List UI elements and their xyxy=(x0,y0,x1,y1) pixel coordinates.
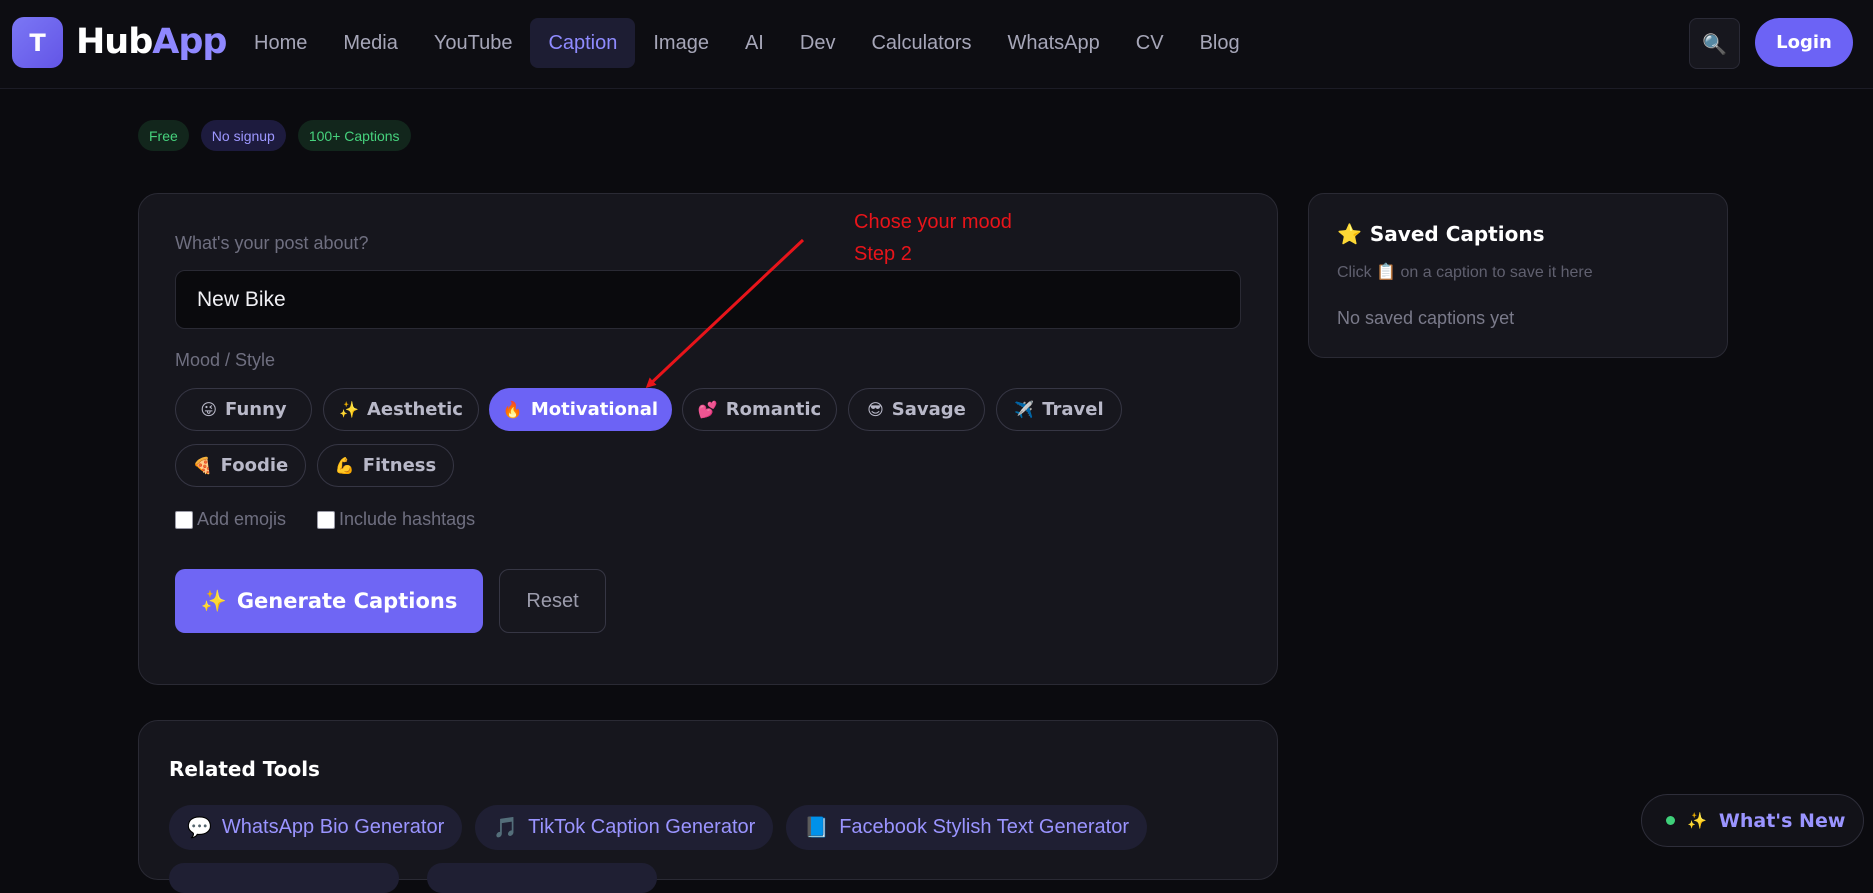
saved-captions-title: ⭐ Saved Captions xyxy=(1337,222,1544,246)
saved-captions-empty: No saved captions yet xyxy=(1337,308,1515,328)
add-emojis-option[interactable]: Add emojis xyxy=(175,509,286,530)
whats-new-button[interactable]: ✨ What's New xyxy=(1641,794,1864,847)
sparkles-icon: ✨ xyxy=(339,400,359,419)
mood-foodie[interactable]: 🍕 Foodie xyxy=(175,444,306,487)
saved-captions-panel: ⭐ Saved Captions Click 📋 on a caption to… xyxy=(1308,193,1728,358)
star-icon: ⭐ xyxy=(1337,222,1362,246)
logo-icon[interactable]: T xyxy=(12,17,63,68)
nav-dev[interactable]: Dev xyxy=(782,18,854,68)
related-tools-list: 💬 WhatsApp Bio Generator 🎵 TikTok Captio… xyxy=(169,805,1147,850)
speech-bubble-icon: 💬 xyxy=(187,817,212,839)
annotation-line-2: Step 2 xyxy=(854,243,912,265)
include-hashtags-label: Include hashtags xyxy=(339,509,476,529)
nav-youtube[interactable]: YouTube xyxy=(416,18,531,68)
mood-label-romantic: Romantic xyxy=(725,399,822,420)
mood-savage[interactable]: 😎 Savage xyxy=(848,388,985,431)
mood-funny[interactable]: 😜 Funny xyxy=(175,388,312,431)
nav-image[interactable]: Image xyxy=(635,18,727,68)
add-emojis-label: Add emojis xyxy=(197,509,287,529)
search-button[interactable]: 🔍 xyxy=(1689,18,1740,69)
nav-caption[interactable]: Caption xyxy=(530,18,636,68)
caption-generator-card: What's your post about? Mood / Style 😜 F… xyxy=(138,193,1278,685)
nav-cv[interactable]: CV xyxy=(1118,18,1182,68)
related-tool-label: WhatsApp Bio Generator xyxy=(221,816,445,838)
saved-hint-prefix: Click xyxy=(1337,264,1372,281)
saved-captions-heading: Saved Captions xyxy=(1369,222,1545,246)
logo-hub: Hub xyxy=(76,22,153,62)
status-dot xyxy=(1666,816,1675,825)
mood-label-savage: Savage xyxy=(891,399,966,420)
laughing-face-icon: 😜 xyxy=(200,400,218,419)
mood-fitness[interactable]: 💪 Fitness xyxy=(317,444,454,487)
pizza-icon: 🍕 xyxy=(192,456,213,475)
generate-captions-label: Generate Captions xyxy=(236,589,458,613)
flexed-biceps-icon: 💪 xyxy=(334,456,355,475)
related-tool-tiktok-caption[interactable]: 🎵 TikTok Caption Generator xyxy=(475,805,774,850)
mood-label-motivational: Motivational xyxy=(530,399,659,420)
search-icon: 🔍 xyxy=(1702,31,1727,56)
mood-label-fitness: Fitness xyxy=(362,455,437,476)
related-tool-chip[interactable] xyxy=(169,863,399,893)
clipboard-icon: 📋 xyxy=(1376,264,1397,281)
include-hashtags-option[interactable]: Include hashtags xyxy=(317,509,475,530)
related-tool-facebook-stylish-text[interactable]: 📘 Facebook Stylish Text Generator xyxy=(786,805,1147,850)
hearts-icon: 💕 xyxy=(697,400,718,419)
badge-caption-count: 100+ Captions xyxy=(297,120,411,151)
mood-label: Mood / Style xyxy=(175,350,276,370)
top-navbar: T HubApp Home Media YouTube Caption Imag… xyxy=(0,0,1873,89)
include-hashtags-checkbox[interactable] xyxy=(317,510,335,529)
generate-captions-button[interactable]: ✨ Generate Captions xyxy=(175,569,483,633)
related-tool-chip[interactable] xyxy=(427,863,657,893)
related-tool-label: TikTok Caption Generator xyxy=(528,816,756,838)
related-tools-list-row2 xyxy=(169,863,657,893)
mood-romantic[interactable]: 💕 Romantic xyxy=(682,388,837,431)
related-tools-card: Related Tools 💬 WhatsApp Bio Generator 🎵… xyxy=(138,720,1278,893)
nav-ai[interactable]: AI xyxy=(727,18,782,68)
feature-badges: Free No signup 100+ Captions xyxy=(138,120,411,151)
fire-icon: 🔥 xyxy=(502,400,523,419)
post-topic-label: What's your post about? xyxy=(175,233,369,253)
whats-new-label: What's New xyxy=(1718,809,1846,832)
mood-label-travel: Travel xyxy=(1042,399,1104,420)
logo-app: App xyxy=(152,22,227,62)
annotation-line-1: Chose your mood xyxy=(854,211,1012,233)
mood-label-foodie: Foodie xyxy=(220,455,289,476)
add-emojis-checkbox[interactable] xyxy=(175,510,193,529)
blue-book-icon: 📘 xyxy=(804,817,830,839)
saved-hint-suffix: on a caption to save it here xyxy=(1400,264,1593,281)
mood-label-funny: Funny xyxy=(225,399,287,420)
sparkles-icon: ✨ xyxy=(1687,811,1707,830)
related-tool-label: Facebook Stylish Text Generator xyxy=(839,816,1129,838)
music-note-icon: 🎵 xyxy=(493,817,519,839)
sunglasses-face-icon: 😎 xyxy=(867,400,884,419)
reset-button[interactable]: Reset xyxy=(499,569,606,633)
mood-aesthetic[interactable]: ✨ Aesthetic xyxy=(323,388,479,431)
logo-text[interactable]: HubApp xyxy=(76,20,227,64)
related-tool-whatsapp-bio[interactable]: 💬 WhatsApp Bio Generator xyxy=(169,805,463,850)
airplane-icon: ✈️ xyxy=(1014,400,1035,419)
nav-whatsapp[interactable]: WhatsApp xyxy=(990,18,1118,68)
mood-travel[interactable]: ✈️ Travel xyxy=(996,388,1122,431)
sparkles-icon: ✨ xyxy=(200,588,227,613)
saved-captions-hint: Click 📋 on a caption to save it here xyxy=(1337,262,1593,282)
main-nav: Home Media YouTube Caption Image AI Dev … xyxy=(236,18,1258,68)
login-button[interactable]: Login xyxy=(1755,18,1853,67)
related-tools-title: Related Tools xyxy=(169,757,320,781)
badge-no-signup: No signup xyxy=(200,120,286,151)
nav-media[interactable]: Media xyxy=(325,18,415,68)
nav-home[interactable]: Home xyxy=(236,18,325,68)
nav-blog[interactable]: Blog xyxy=(1182,18,1258,68)
post-topic-input[interactable] xyxy=(175,270,1241,329)
mood-motivational[interactable]: 🔥 Motivational xyxy=(489,388,672,431)
badge-free: Free xyxy=(138,120,189,151)
mood-label-aesthetic: Aesthetic xyxy=(366,399,463,420)
nav-calculators[interactable]: Calculators xyxy=(853,18,989,68)
